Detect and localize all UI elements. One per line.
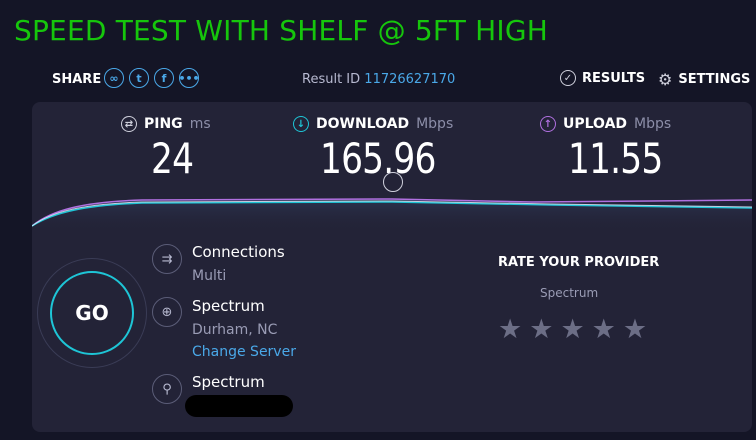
- change-server-link[interactable]: Change Server: [192, 344, 296, 360]
- download-label: DOWNLOAD: [316, 116, 410, 132]
- page-title: SPEED TEST WITH SHELF @ 5FT HIGH: [14, 14, 548, 47]
- results-button[interactable]: ✓ RESULTS: [560, 70, 645, 86]
- speed-graph: [32, 198, 752, 232]
- upload-label: UPLOAD: [563, 116, 628, 132]
- more-icon[interactable]: •••: [178, 68, 200, 88]
- provider-name: Spectrum: [192, 373, 265, 391]
- connections-title: Connections: [192, 243, 285, 261]
- star-icon-1[interactable]: ★: [498, 316, 522, 343]
- result-toolbar: SHARE ∞ t f ••• Result ID 11726627170 ✓ …: [0, 68, 756, 94]
- download-arrow-icon: ↓: [293, 116, 309, 132]
- ping-unit: ms: [189, 116, 211, 132]
- download-graph-area: [32, 199, 752, 232]
- ping-metric: ⇄ PING ms 24: [121, 116, 211, 183]
- connections-value: Multi: [192, 268, 227, 284]
- upload-value: 11.55: [568, 134, 663, 183]
- rate-provider-name: Spectrum: [540, 286, 599, 300]
- upload-arrow-icon: ↑: [540, 116, 556, 132]
- gear-icon: ⚙: [658, 70, 673, 89]
- result-id: Result ID 11726627170: [302, 72, 455, 87]
- results-label: RESULTS: [582, 70, 646, 86]
- upload-metric: ↑ UPLOAD Mbps 11.55: [540, 116, 683, 183]
- download-unit: Mbps: [416, 116, 454, 132]
- ping-icon: ⇄: [121, 116, 137, 132]
- redacted-ip: [185, 395, 293, 417]
- rating-stars: ★ ★ ★ ★ ★: [498, 316, 647, 343]
- share-icons: ∞ t f •••: [104, 68, 200, 88]
- check-circle-icon: ✓: [560, 70, 576, 86]
- result-id-link[interactable]: 11726627170: [364, 72, 455, 87]
- server-name: Spectrum: [192, 297, 265, 315]
- star-icon-2[interactable]: ★: [529, 316, 553, 343]
- results-panel: ⇄ PING ms 24 ↓ DOWNLOAD Mbps 165.96 ↑ UP…: [32, 102, 752, 432]
- globe-icon: ⊕: [152, 297, 182, 327]
- twitter-icon[interactable]: t: [129, 68, 149, 88]
- link-icon[interactable]: ∞: [104, 68, 124, 88]
- result-id-label: Result ID: [302, 72, 361, 87]
- upload-unit: Mbps: [634, 116, 672, 132]
- server-location: Durham, NC: [192, 322, 278, 338]
- share-label: SHARE: [52, 72, 102, 87]
- facebook-icon[interactable]: f: [154, 68, 174, 88]
- star-icon-3[interactable]: ★: [560, 316, 584, 343]
- connections-icon: ⇉: [152, 244, 182, 274]
- ping-value: 24: [151, 134, 194, 183]
- go-button-ring: GO: [37, 258, 147, 368]
- download-metric: ↓ DOWNLOAD Mbps 165.96: [293, 116, 461, 183]
- star-icon-4[interactable]: ★: [592, 316, 616, 343]
- user-icon: ⚲: [152, 374, 182, 404]
- star-icon-5[interactable]: ★: [623, 316, 647, 343]
- settings-button[interactable]: ⚙ SETTINGS: [658, 70, 750, 89]
- rate-provider-title: RATE YOUR PROVIDER: [498, 255, 660, 270]
- ping-label: PING: [144, 116, 183, 132]
- go-button[interactable]: GO: [50, 271, 134, 355]
- settings-label: SETTINGS: [678, 72, 751, 87]
- download-value: 165.96: [320, 134, 436, 183]
